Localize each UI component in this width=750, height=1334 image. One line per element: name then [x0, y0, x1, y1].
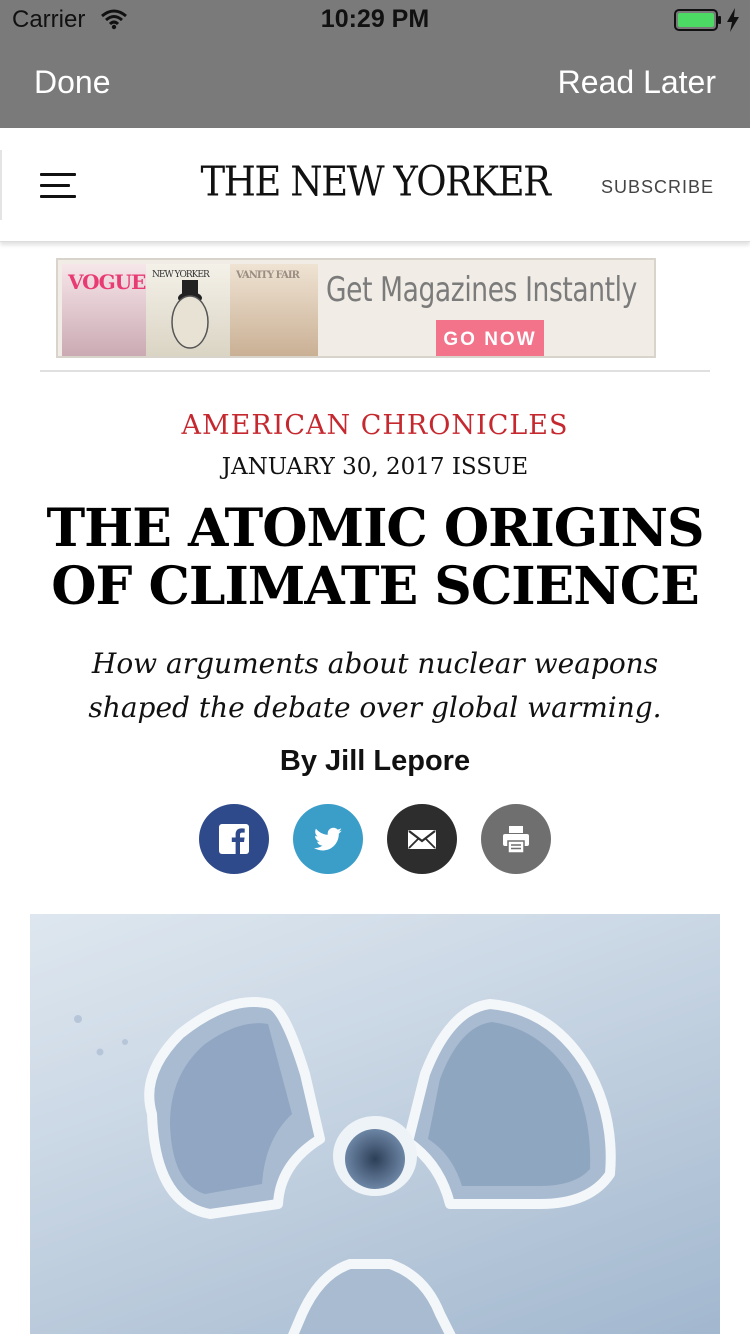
article-hero-image — [30, 914, 720, 1334]
battery-icon — [674, 9, 721, 31]
reader-nav-bar: Done Read Later — [0, 40, 750, 128]
article-headline: THE ATOMIC ORIGINS OF CLIMATE SCIENCE — [46, 498, 704, 617]
ad-magazine-cover-vanity-fair: VANITY FAIR — [230, 264, 318, 356]
issue-date[interactable]: JANUARY 30, 2017 ISSUE — [0, 454, 750, 480]
status-time: 10:29 PM — [320, 5, 430, 33]
share-twitter-button[interactable] — [293, 804, 363, 874]
print-button[interactable] — [481, 804, 551, 874]
ad-magazine-label: VOGUE — [68, 270, 146, 294]
share-facebook-button[interactable] — [199, 804, 269, 874]
ad-magazine-cover-new-yorker: NEW YORKER — [146, 264, 234, 356]
ad-magazine-cover-vogue: VOGUE — [62, 264, 150, 356]
read-later-button[interactable]: Read Later — [558, 64, 716, 101]
print-icon — [503, 826, 529, 854]
ad-magazine-label: VANITY FAIR — [236, 270, 300, 281]
article-dek: How arguments about nuclear weapons shap… — [88, 647, 662, 724]
site-header: THE NEW YORKER SUBSCRIBE — [0, 128, 750, 242]
twitter-icon — [313, 827, 342, 851]
ad-go-now-button[interactable]: GO NOW — [436, 320, 544, 356]
done-button[interactable]: Done — [34, 64, 111, 101]
charging-bolt-icon — [727, 8, 739, 32]
article-rubric[interactable]: AMERICAN CHRONICLES — [0, 410, 750, 441]
email-icon — [408, 830, 436, 849]
share-email-button[interactable] — [387, 804, 457, 874]
eustace-tilley-icon — [171, 280, 209, 349]
section-divider — [40, 370, 710, 372]
article-byline[interactable]: By Jill Lepore — [0, 745, 750, 778]
ad-banner[interactable]: VOGUE NEW YORKER VANITY FAIR Get Magazin… — [56, 258, 656, 358]
ad-headline: Get Magazines Instantly — [326, 270, 637, 310]
subscribe-link[interactable]: SUBSCRIBE — [601, 177, 714, 198]
facebook-icon — [219, 824, 249, 854]
radiation-symbol-icon — [30, 914, 720, 1334]
status-bar: Carrier 10:29 PM — [0, 0, 750, 40]
